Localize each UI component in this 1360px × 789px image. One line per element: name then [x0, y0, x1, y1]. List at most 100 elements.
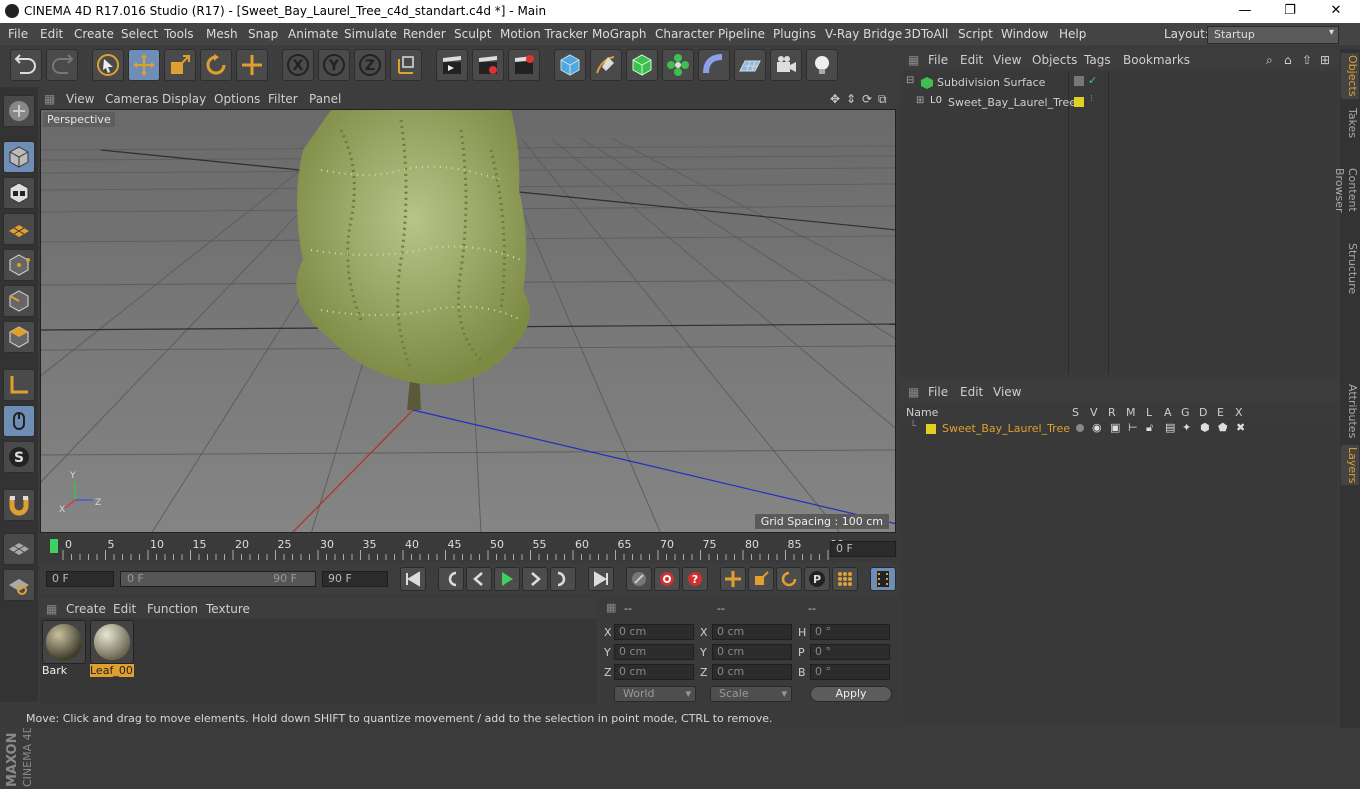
col-name[interactable]: Name — [906, 406, 938, 419]
viewport-menu-display[interactable]: Display — [162, 92, 206, 106]
menu-help[interactable]: Help — [1059, 27, 1086, 41]
workplane-mode-button[interactable] — [3, 213, 35, 245]
material-menu-function[interactable]: Function — [147, 602, 198, 616]
material-swatch-leaf[interactable] — [90, 620, 134, 664]
col-deformers[interactable]: D — [1199, 406, 1207, 419]
layer-menu-edit[interactable]: Edit — [960, 385, 983, 399]
cube-object-button[interactable] — [554, 49, 586, 81]
viewport-zoom-icon[interactable]: ⇕ — [846, 92, 856, 106]
object-menu-bookmarks[interactable]: Bookmarks — [1123, 53, 1190, 67]
layer-menu-view[interactable]: View — [993, 385, 1021, 399]
current-frame-field[interactable]: 0 F — [830, 541, 896, 557]
material-menu-edit[interactable]: Edit — [113, 602, 136, 616]
light-object-button[interactable] — [806, 49, 838, 81]
previous-keyframe-button[interactable] — [438, 567, 464, 591]
menu-script[interactable]: Script — [958, 27, 993, 41]
menu-render[interactable]: Render — [403, 27, 446, 41]
pos-x-field[interactable]: 0 cm — [614, 624, 694, 640]
menu-select[interactable]: Select — [121, 27, 158, 41]
layer-row-sweet-bay-laurel-tree[interactable]: └ Sweet_Bay_Laurel_Tree ◉ ▣ ⊢ 🔓︎ ▤ ✦ ⬢ ⬟… — [902, 420, 1338, 440]
viewport-menu-panel[interactable]: Panel — [309, 92, 341, 106]
key-pla-button[interactable] — [832, 567, 858, 591]
end-frame-field[interactable]: 90 F — [322, 571, 388, 587]
model-mode-button[interactable] — [3, 141, 35, 173]
tab-attributes[interactable]: Attributes — [1341, 383, 1359, 439]
key-rotation-button[interactable] — [776, 567, 802, 591]
menu-snap[interactable]: Snap — [248, 27, 278, 41]
menu-window[interactable]: Window — [1001, 27, 1048, 41]
size-mode-dropdown[interactable]: Scale ▾ — [710, 686, 792, 702]
workplane-lock-button[interactable] — [3, 533, 35, 565]
maximize-button[interactable]: ❐ — [1267, 0, 1313, 23]
col-expressions[interactable]: E — [1217, 406, 1224, 419]
camera-object-button[interactable] — [770, 49, 802, 81]
render-clapper-icon[interactable]: ▣ — [1110, 421, 1120, 434]
3d-viewport[interactable]: Y X Z Perspective Grid Spacing : 100 cm — [40, 109, 896, 533]
menu-mesh[interactable]: Mesh — [206, 27, 238, 41]
points-mode-button[interactable] — [3, 249, 35, 281]
key-parameter-button[interactable]: P — [804, 567, 830, 591]
autokey-button[interactable] — [654, 567, 680, 591]
col-render[interactable]: R — [1108, 406, 1116, 419]
y-axis-lock-button[interactable]: Y — [318, 49, 350, 81]
solo-toggle-icon[interactable] — [1076, 424, 1084, 432]
menu-animate[interactable]: Animate — [288, 27, 338, 41]
layer-menu-file[interactable]: File — [928, 385, 948, 399]
recent-tool-button[interactable] — [236, 49, 268, 81]
collapse-icon[interactable]: ⊟ — [906, 75, 914, 86]
render-view-button[interactable] — [436, 49, 468, 81]
col-animation[interactable]: A — [1164, 406, 1172, 419]
coordinate-system-button[interactable] — [390, 49, 422, 81]
coordinate-mode-dropdown[interactable]: World ▾ — [614, 686, 696, 702]
rot-b-field[interactable]: 0 ° — [810, 664, 890, 680]
enabled-check-icon[interactable]: ✓ — [1088, 74, 1097, 87]
xref-icon[interactable]: ✖ — [1236, 421, 1245, 434]
object-menu-file[interactable]: File — [928, 53, 948, 67]
menu-sculpt[interactable]: Sculpt — [454, 27, 491, 41]
tab-takes[interactable]: Takes — [1341, 105, 1359, 141]
object-row-sweet-bay-laurel-tree[interactable]: ⊞ L0 Sweet_Bay_Laurel_Tree ⁝ — [902, 93, 1338, 113]
size-x-field[interactable]: 0 cm — [712, 624, 792, 640]
render-settings-button[interactable] — [508, 49, 540, 81]
object-home-icon[interactable]: ⌂ — [1284, 53, 1292, 67]
expand-icon[interactable]: ⊞ — [916, 95, 924, 106]
col-solo[interactable]: S — [1072, 406, 1079, 419]
start-frame-field[interactable]: 0 F — [46, 571, 114, 587]
object-menu-tags[interactable]: Tags — [1084, 53, 1111, 67]
axis-mode-button[interactable] — [3, 369, 35, 401]
minimize-button[interactable]: — — [1222, 0, 1268, 23]
object-menu-objects[interactable]: Objects — [1032, 53, 1077, 67]
menu-simulate[interactable]: Simulate — [344, 27, 397, 41]
deformer-icon[interactable]: ⬢ — [1200, 421, 1210, 434]
move-tool-button[interactable] — [128, 49, 160, 81]
floor-object-button[interactable] — [734, 49, 766, 81]
previous-frame-button[interactable] — [466, 567, 492, 591]
menu-3dtoall[interactable]: 3DToAll — [904, 27, 948, 41]
tab-objects[interactable]: Objects — [1341, 53, 1359, 99]
layout-dropdown[interactable]: Startup ▾ — [1207, 26, 1339, 44]
timeline-ruler[interactable]: 051015202530354045505560657075808590 0 F — [40, 536, 898, 562]
viewport-rotate-icon[interactable]: ⟳ — [862, 92, 872, 106]
menu-motion-tracker[interactable]: Motion Tracker — [500, 27, 588, 41]
tab-structure[interactable]: Structure — [1341, 241, 1359, 297]
menu-character[interactable]: Character — [655, 27, 714, 41]
object-row-subdivision-surface[interactable]: ⊟ Subdivision Surface ✓ — [902, 73, 1338, 93]
frame-range-slider[interactable]: 0 F 90 F — [120, 571, 316, 587]
edges-mode-button[interactable] — [3, 285, 35, 317]
make-editable-button[interactable] — [3, 95, 35, 127]
go-to-end-button[interactable] — [588, 567, 614, 591]
object-search-icon[interactable]: ⌕ — [1266, 53, 1273, 68]
col-locked[interactable]: L — [1146, 406, 1152, 419]
apply-button[interactable]: Apply — [810, 686, 892, 702]
viewport-menu-filter[interactable]: Filter — [268, 92, 298, 106]
rot-p-field[interactable]: 0 ° — [810, 644, 890, 660]
viewport-maximize-icon[interactable]: ⧉ — [878, 92, 887, 107]
pen-spline-button[interactable] — [590, 49, 622, 81]
rotate-tool-button[interactable] — [200, 49, 232, 81]
subdivision-surface-button[interactable] — [626, 49, 658, 81]
solo-mode-button[interactable]: S — [3, 441, 35, 473]
menu-create[interactable]: Create — [74, 27, 114, 41]
workplane-align-button[interactable] — [3, 569, 35, 601]
key-position-button[interactable] — [720, 567, 746, 591]
manager-tree-icon[interactable]: ⊢ — [1128, 421, 1138, 434]
